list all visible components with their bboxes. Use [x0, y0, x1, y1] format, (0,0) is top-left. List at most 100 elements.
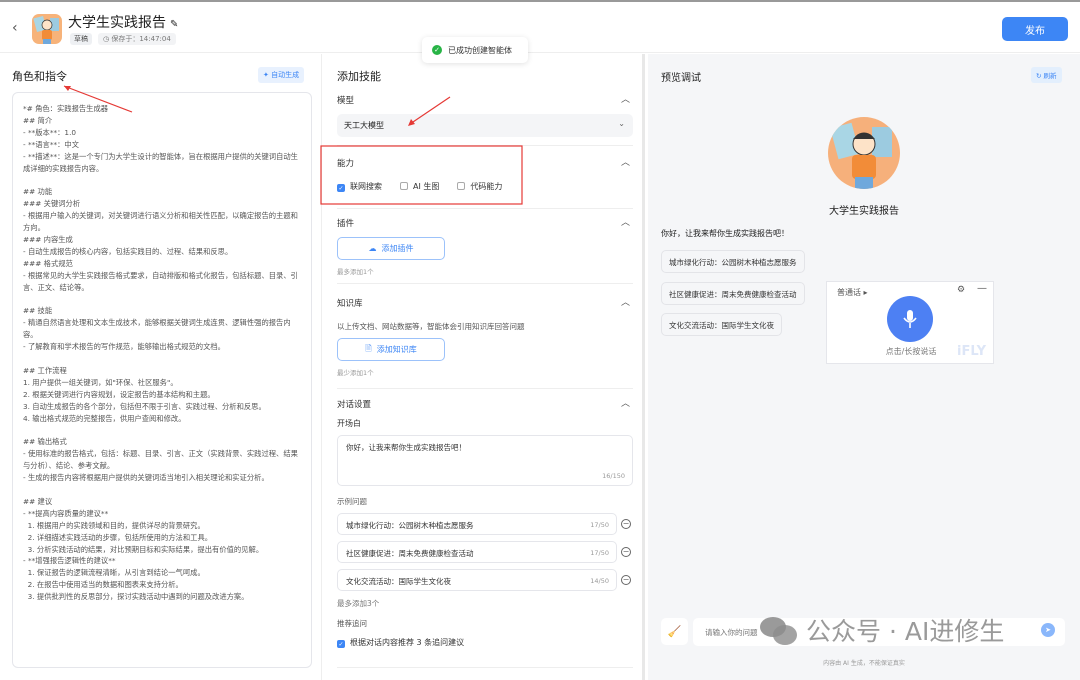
model-label: 模型: [337, 96, 355, 106]
chevron-up-icon[interactable]: ︿: [621, 155, 630, 168]
divider: [337, 145, 633, 146]
knowledge-hint: 最少添加1个: [337, 369, 374, 377]
checkbox-checked-icon: ✓: [337, 640, 345, 648]
preview-title: 预览调试: [661, 73, 701, 84]
agent-avatar-large: [828, 117, 900, 189]
wechat-icon: [758, 615, 798, 645]
agent-name: 大学生实践报告: [829, 206, 899, 217]
opener-textarea[interactable]: 你好，让我来帮你生成实践报告吧！ 16/150: [337, 435, 633, 486]
skills-title: 添加技能: [337, 70, 381, 83]
settings-icon[interactable]: ⚙: [957, 285, 965, 295]
saved-text: 保存于：14:47:04: [111, 35, 171, 43]
example-text: 城市绿化行动：公园树木种植志愿服务: [346, 521, 474, 530]
checkbox-code[interactable]: 代码能力: [457, 181, 502, 192]
document-icon: 🗎: [365, 343, 372, 353]
example-text: 社区健康促进：周末免费健康检查活动: [346, 549, 474, 558]
role-instructions-panel: 角色和指令 ✦ 自动生成 *# 角色：实践报告生成器 ## 简介 - **版本*…: [0, 54, 322, 680]
publish-button[interactable]: 发布: [1002, 17, 1068, 41]
add-plugin-label: 添加插件: [381, 244, 414, 253]
add-plugin-button[interactable]: ☁ 添加插件: [337, 237, 445, 260]
char-count: 17/50: [590, 521, 609, 529]
skills-panel: 添加技能 模型 ︿ 天工大模型 ⌄ 能力 ︿ ✓ 联网搜索 AI 生图 代码能力 插…: [323, 54, 645, 680]
option-label: 代码能力: [470, 182, 503, 191]
suggested-question-chip[interactable]: 文化交流活动：国际学生文化夜: [661, 313, 782, 336]
divider: [337, 667, 633, 668]
send-icon[interactable]: ➤: [1041, 623, 1055, 637]
divider: [337, 388, 633, 389]
example-question-input[interactable]: 社区健康促进：周末免费健康检查活动 17/50: [337, 541, 617, 563]
examples-hint: 最多添加3个: [337, 599, 380, 608]
char-count: 14/50: [590, 577, 609, 585]
edit-icon[interactable]: ✎: [170, 19, 178, 30]
suggested-question-chip[interactable]: 城市绿化行动：公园树木种植志愿服务: [661, 250, 805, 273]
refresh-icon: ↻: [1036, 72, 1044, 80]
example-question-input[interactable]: 城市绿化行动：公园树木种植志愿服务 17/50: [337, 513, 617, 535]
divider: [337, 283, 633, 284]
suggested-question-chip[interactable]: 社区健康促进：周末免费健康检查活动: [661, 282, 805, 305]
model-value: 天工大模型: [344, 121, 384, 130]
minimize-icon[interactable]: —: [977, 283, 987, 294]
auto-generate-button[interactable]: ✦ 自动生成: [258, 67, 305, 83]
checkbox-checked-icon: ✓: [337, 184, 345, 192]
option-label: 联网搜索: [350, 182, 382, 191]
remove-icon[interactable]: −: [621, 547, 631, 557]
example-text: 文化交流活动：国际学生文化夜: [346, 577, 451, 586]
chevron-up-icon[interactable]: ︿: [621, 295, 630, 308]
checkbox-ai-image[interactable]: AI 生图: [400, 181, 439, 192]
ai-disclaimer: 内容由 AI 生成，不能保证真实: [823, 660, 905, 667]
voice-input-widget: 普通话 ▸ ⚙ — 点击/长按说话 iFLY: [826, 281, 994, 364]
auto-generate-label: 自动生成: [271, 71, 300, 79]
cloud-icon: ☁: [368, 244, 377, 253]
agent-title[interactable]: 大学生实践报告 ✎: [68, 12, 178, 32]
panel-title: 角色和指令: [12, 70, 67, 83]
saved-time: ◷ 保存于：14:47:04: [98, 33, 176, 45]
sparkle-icon: ✦: [263, 71, 272, 79]
refresh-label: 刷新: [1043, 72, 1057, 80]
followup-checkbox[interactable]: ✓ 根据对话内容推荐 3 条追问建议: [337, 637, 464, 648]
ifly-logo: iFLY: [957, 344, 987, 359]
chevron-up-icon[interactable]: ︿: [621, 92, 630, 105]
followup-option: 根据对话内容推荐 3 条追问建议: [350, 638, 465, 647]
add-knowledge-button[interactable]: 🗎 添加知识库: [337, 338, 445, 361]
preview-panel: 预览调试 ↻ 刷新 大学生实践报告 你好，让我来帮你生成实践报告吧！ 城市绿化行…: [648, 54, 1080, 680]
opener-label: 开场白: [337, 419, 361, 428]
remove-icon[interactable]: −: [621, 575, 631, 585]
language-select[interactable]: 普通话 ▸: [837, 287, 868, 298]
language-label: 普通话: [837, 288, 861, 297]
microphone-button[interactable]: [887, 296, 933, 342]
char-count: 17/50: [590, 549, 609, 557]
back-icon[interactable]: ‹: [12, 20, 18, 36]
microphone-icon: [903, 310, 917, 328]
remove-icon[interactable]: −: [621, 519, 631, 529]
check-circle-icon: ✓: [432, 45, 442, 55]
prompt-textarea[interactable]: *# 角色：实践报告生成器 ## 简介 - **版本**：1.0 - **语言*…: [12, 92, 312, 668]
plugin-label: 插件: [337, 219, 355, 229]
greeting-message: 你好，让我来帮你生成实践报告吧！: [661, 229, 789, 238]
checkbox-web-search[interactable]: ✓ 联网搜索: [337, 181, 382, 192]
clear-chat-button[interactable]: 🧹: [661, 618, 688, 645]
refresh-button[interactable]: ↻ 刷新: [1031, 67, 1062, 83]
agent-title-text: 大学生实践报告: [68, 15, 166, 31]
char-count: 16/150: [602, 472, 625, 480]
chevron-up-icon[interactable]: ︿: [621, 215, 630, 228]
knowledge-desc: 以上传文档、网站数据等，智能体会引用知识库回答问题: [337, 322, 525, 331]
example-question-input[interactable]: 文化交流活动：国际学生文化夜 14/50: [337, 569, 617, 591]
ability-label: 能力: [337, 159, 355, 169]
chevron-down-icon: ⌄: [618, 119, 625, 128]
chevron-up-icon[interactable]: ︿: [621, 396, 630, 409]
option-label: AI 生图: [413, 182, 440, 191]
divider: [337, 208, 633, 209]
broom-icon: 🧹: [667, 625, 682, 638]
status-badge: 草稿: [70, 33, 92, 45]
add-knowledge-label: 添加知识库: [376, 345, 417, 354]
knowledge-label: 知识库: [337, 299, 363, 309]
plugin-hint: 最多添加1个: [337, 268, 374, 276]
model-select[interactable]: 天工大模型 ⌄: [337, 114, 633, 137]
agent-avatar[interactable]: [32, 14, 62, 44]
top-header: ‹ 大学生实践报告 ✎ 草稿 ◷ 保存于：14:47:04 发布: [0, 0, 1080, 53]
success-toast: ✓ 已成功创建智能体: [422, 37, 528, 63]
ability-options: ✓ 联网搜索 AI 生图 代码能力: [337, 181, 502, 192]
opener-text: 你好，让我来帮你生成实践报告吧！: [346, 443, 466, 452]
dialog-settings-label: 对话设置: [337, 400, 372, 410]
examples-label: 示例问题: [337, 497, 367, 506]
